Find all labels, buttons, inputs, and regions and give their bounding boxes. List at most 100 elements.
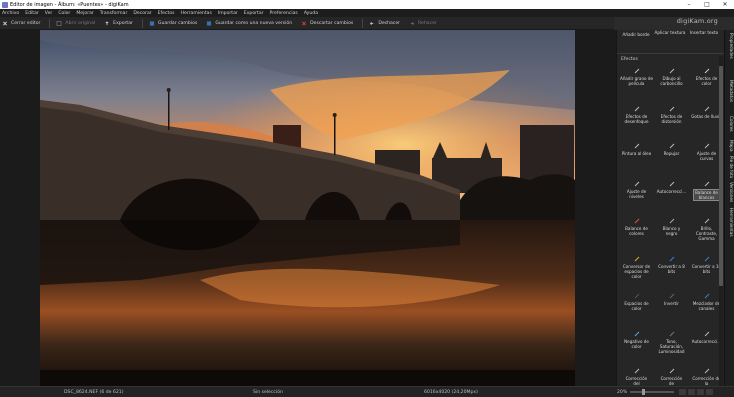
tool-item[interactable]: Ajuste de niveles — [619, 176, 654, 214]
color-profiles-icon — [634, 293, 639, 299]
tool-item[interactable]: Efectos de distorsión — [654, 101, 689, 139]
tab-mapa[interactable]: Mapa — [726, 140, 734, 151]
tab-metadatos[interactable]: Metadatos — [726, 80, 734, 102]
zoom-out-button[interactable] — [679, 389, 687, 395]
open-original-button[interactable]: Abrir original — [56, 21, 95, 26]
tab-herramientas[interactable]: Herramientas — [726, 208, 734, 237]
tool-label: Mezclador de canales — [692, 301, 721, 311]
menu-editar[interactable]: Editar — [25, 11, 39, 16]
tool-label: Convertir a 8 bits — [658, 263, 685, 274]
tab-colores[interactable]: Colores — [726, 116, 734, 132]
channel-mixer-icon — [704, 293, 709, 299]
menu-importar[interactable]: Importar — [218, 11, 238, 16]
tab-versiones[interactable]: Versiones — [726, 182, 734, 202]
tool-item[interactable]: Pintura al óleo — [619, 138, 654, 176]
tool-label: Autocorrecci... — [691, 338, 722, 344]
save-as-new-version-label: Guardar como una nueva versión — [215, 20, 293, 26]
minimize-button[interactable]: – — [680, 0, 698, 9]
menu-decorar[interactable]: Decorar — [133, 11, 151, 16]
tool-item[interactable]: Balance de colores — [619, 213, 654, 251]
tool-item[interactable]: Autocorrecci... — [654, 176, 689, 214]
tool-item[interactable]: Añadir grano de película — [619, 63, 654, 101]
tool-label: Corrección de — [660, 376, 683, 386]
tool-item[interactable]: Tono, Saturación, Luminosidad — [654, 326, 689, 364]
tool-label: Corrección de la — [692, 376, 720, 386]
convert-16bit-icon — [704, 256, 709, 261]
sidebar-scrollbar[interactable] — [719, 56, 723, 386]
tool-label: Negativo de color — [624, 338, 649, 349]
close-window-button[interactable]: ✕ — [716, 0, 734, 9]
tool-item[interactable]: Efectos de desenfoque — [619, 101, 654, 139]
correction-icon — [634, 368, 639, 374]
export-icon — [105, 20, 109, 25]
menu-color[interactable]: Color — [58, 11, 70, 16]
photo-preview[interactable] — [40, 30, 575, 386]
color-space-icon — [634, 256, 639, 261]
menu-preferencias[interactable]: Preferencias — [270, 11, 298, 16]
undo-button[interactable]: Deshacer — [369, 21, 400, 26]
tool-item[interactable]: Invertir — [654, 288, 689, 326]
tab-pie-de-foto[interactable]: Pie de foto — [726, 156, 734, 178]
tool-item[interactable]: Negativo de color — [619, 326, 654, 364]
blur-icon — [634, 106, 639, 111]
effects-section-title: Efectos — [621, 57, 638, 62]
save-icon — [149, 20, 155, 26]
maximize-button[interactable]: □ — [698, 0, 716, 9]
decorate-tools-row: Añadir borde Aplicar textura Insertar te… — [617, 30, 724, 54]
zoom-value: 20% — [617, 389, 628, 395]
side-tabs: Propiedades Metadatos Colores Mapa Pie d… — [724, 30, 734, 386]
menu-archivo[interactable]: Archivo — [2, 11, 19, 16]
correction-3-icon — [704, 368, 709, 374]
tool-insert-text[interactable]: Insertar texto — [687, 30, 721, 35]
raindrops-icon — [704, 106, 709, 111]
zoom-in-button[interactable] — [688, 389, 696, 395]
tool-label: Efectos de color — [695, 76, 718, 86]
export-button[interactable]: Exportar — [104, 21, 133, 26]
tool-item[interactable]: Dibujo al carboncillo — [654, 63, 689, 101]
tool-label: Conversor de espacios de color — [622, 263, 651, 279]
image-canvas[interactable] — [0, 30, 616, 386]
menu-exportar[interactable]: Exportar — [244, 11, 264, 16]
zoom-100-button[interactable] — [706, 389, 714, 395]
window-title: Editor de imagen - Álbum: «Puentes» - di… — [10, 1, 129, 8]
redo-label: Rehacer — [418, 20, 437, 26]
oil-paint-icon — [634, 143, 639, 149]
zoom-slider[interactable] — [630, 389, 675, 395]
save-changes-button[interactable]: Guardar cambios — [149, 21, 197, 26]
tool-apply-texture[interactable]: Aplicar textura — [653, 30, 687, 35]
tool-item[interactable]: Espacios de color — [619, 288, 654, 326]
tab-propiedades[interactable]: Propiedades — [726, 33, 734, 59]
tools-sidebar: Añadir borde Aplicar textura Insertar te… — [616, 30, 724, 386]
close-editor-button[interactable]: Cerrar editor — [2, 21, 40, 26]
fit-to-window-button[interactable] — [697, 389, 705, 395]
film-grain-icon — [634, 68, 639, 74]
color-negative-icon — [634, 331, 639, 336]
tool-item[interactable]: Conversor de espacios de color — [619, 251, 654, 289]
menu-efectos[interactable]: Efectos — [158, 11, 175, 16]
status-dimensions: 6016x4020 (24,20Mpx) — [424, 390, 478, 395]
menu-mejorar[interactable]: Mejorar — [76, 11, 93, 16]
auto-correction-icon — [669, 181, 674, 186]
brand-label: digiKam.org — [676, 17, 718, 25]
tool-item[interactable]: Repujar — [654, 138, 689, 176]
discard-changes-button[interactable]: Descartar cambios — [301, 21, 353, 26]
scrollbar-thumb[interactable] — [719, 66, 723, 286]
redo-button[interactable]: Rehacer — [409, 21, 437, 26]
tool-item[interactable]: Corrección del — [619, 363, 654, 386]
save-as-new-version-button[interactable]: Guardar como una nueva versión — [206, 21, 292, 26]
discard-icon — [302, 21, 307, 25]
status-bar: DSC_8624.NEF (6 de 621) Sin selección 60… — [0, 386, 734, 397]
color-balance-icon — [634, 218, 639, 224]
image-icon — [57, 20, 62, 26]
menu-transformar[interactable]: Transformar — [100, 11, 128, 16]
tool-item[interactable]: Blanco y negro — [654, 213, 689, 251]
menu-ayuda[interactable]: Ayuda — [304, 11, 318, 16]
menu-ver[interactable]: Ver — [45, 11, 53, 16]
tool-item[interactable]: Convertir a 8 bits — [654, 251, 689, 289]
app-icon — [2, 1, 8, 8]
menu-herramientas[interactable]: Herramientas — [181, 11, 212, 16]
tool-item[interactable]: Corrección de — [654, 363, 689, 386]
distortion-icon — [669, 106, 674, 111]
black-white-icon — [669, 218, 674, 224]
tool-add-border[interactable]: Añadir borde — [619, 32, 653, 37]
